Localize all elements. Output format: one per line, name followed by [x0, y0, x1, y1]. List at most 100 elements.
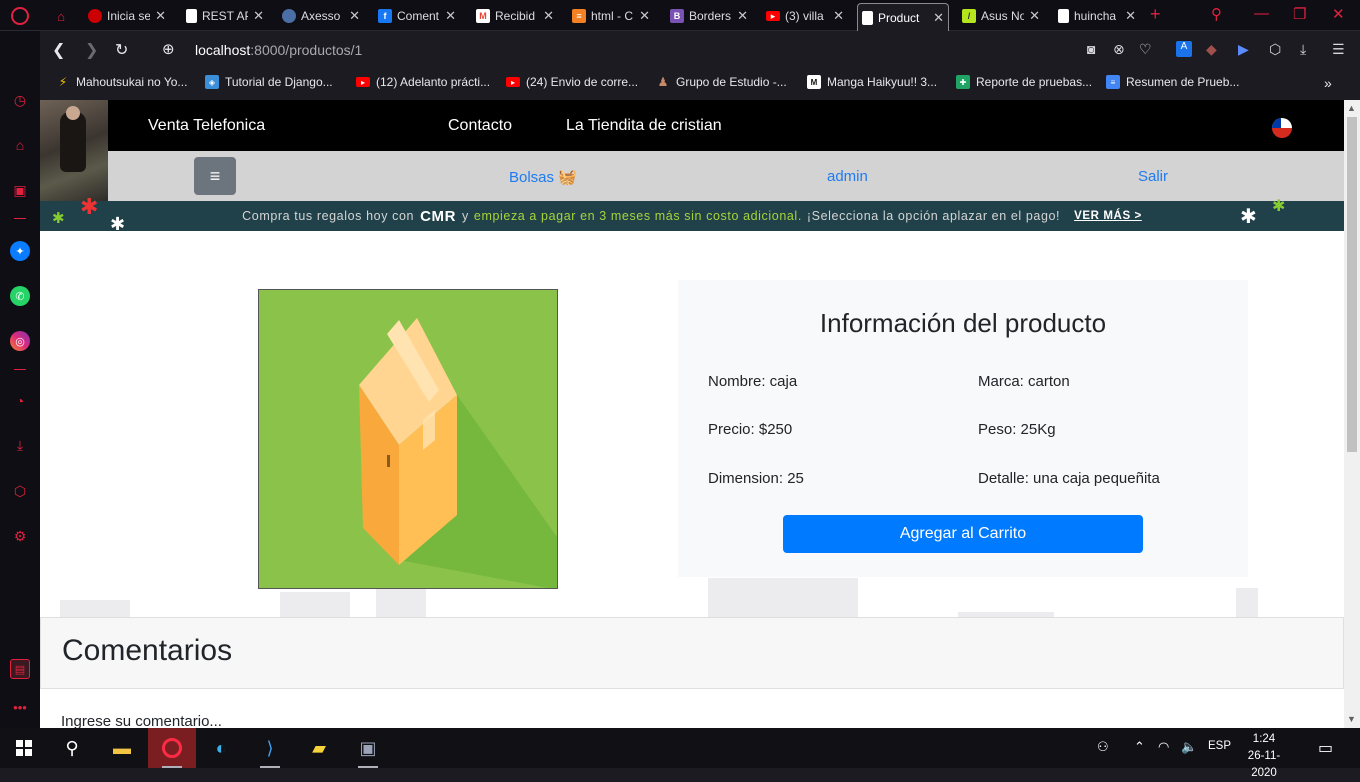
- downloads-icon[interactable]: ⤓: [10, 435, 30, 455]
- tab-pinned[interactable]: ⌂: [50, 4, 74, 28]
- history-icon[interactable]: ◔: [10, 391, 30, 411]
- bookmark-item[interactable]: M Manga Haikyuu!! 3...: [807, 75, 937, 89]
- instagram-icon[interactable]: ◎: [10, 331, 30, 351]
- close-tab-icon[interactable]: ✕: [155, 8, 166, 24]
- bookmarks-overflow-icon[interactable]: »: [1324, 75, 1332, 91]
- close-window-icon[interactable]: ✕: [1332, 5, 1345, 23]
- tray-chevron-icon[interactable]: ⌃: [1134, 739, 1145, 755]
- file-explorer-icon[interactable]: ▬: [98, 728, 146, 768]
- store-link[interactable]: La Tiendita de cristian: [566, 117, 722, 135]
- scroll-down-icon[interactable]: ▼: [1347, 714, 1356, 724]
- close-tab-icon[interactable]: ✕: [639, 8, 650, 24]
- translate-icon[interactable]: A: [1176, 41, 1192, 57]
- chile-flag-icon[interactable]: [1272, 118, 1292, 138]
- adblock-icon[interactable]: ⊗: [1113, 41, 1125, 58]
- contact-link[interactable]: Contacto: [448, 117, 512, 135]
- app-icon[interactable]: ▣: [344, 728, 392, 768]
- extensions-cube-icon[interactable]: ⬡: [10, 481, 30, 501]
- forward-icon[interactable]: ❯: [85, 40, 98, 60]
- whatsapp-icon[interactable]: ✆: [10, 286, 30, 306]
- windows-start-icon[interactable]: [0, 728, 48, 768]
- messenger-icon[interactable]: ✦: [10, 241, 30, 261]
- tab-title: Asus No: [981, 9, 1025, 23]
- tab-8[interactable]: ▸ (3) villa ✕: [762, 4, 848, 28]
- language-indicator[interactable]: ESP: [1208, 740, 1231, 752]
- url-field[interactable]: localhost:8000/productos/1: [195, 42, 362, 58]
- add-to-cart-button[interactable]: Agregar al Carrito: [783, 515, 1143, 553]
- restore-icon[interactable]: ❐: [1293, 5, 1306, 23]
- back-icon[interactable]: ❮: [52, 40, 65, 60]
- tab-6[interactable]: ≡ html - C ✕: [568, 4, 654, 28]
- notifications-icon[interactable]: ▭: [1318, 738, 1333, 758]
- bookmark-heart-icon[interactable]: ♡: [1139, 41, 1152, 58]
- new-tab-icon[interactable]: +: [1150, 4, 1161, 25]
- bookmark-item[interactable]: ♟ Grupo de Estudio -...: [656, 75, 787, 89]
- speed-dial-icon[interactable]: ◷: [10, 90, 30, 110]
- close-tab-icon[interactable]: ✕: [933, 10, 944, 26]
- admin-link[interactable]: admin: [827, 168, 868, 185]
- bags-link[interactable]: Bolsas 🧺: [509, 168, 577, 186]
- volume-icon[interactable]: 🔈: [1181, 739, 1197, 755]
- close-tab-icon[interactable]: ✕: [1125, 8, 1136, 24]
- close-tab-icon[interactable]: ✕: [253, 8, 264, 24]
- tab-1[interactable]: Inicia se ✕: [84, 4, 170, 28]
- page-scrollbar[interactable]: ▲ ▼: [1344, 100, 1360, 728]
- search-icon[interactable]: ⚲: [48, 728, 96, 768]
- sticky-notes-icon[interactable]: ▰: [295, 728, 343, 768]
- site-info-globe-icon[interactable]: ⊕: [162, 40, 175, 58]
- menu-toggle-button[interactable]: ≡: [194, 157, 236, 195]
- tab-active-product[interactable]: Product ✕: [857, 3, 949, 31]
- close-tab-icon[interactable]: ✕: [833, 8, 844, 24]
- opera-menu-icon[interactable]: [0, 0, 40, 31]
- promo-see-more-link[interactable]: VER MÁS >: [1074, 210, 1142, 222]
- scrollbar-thumb[interactable]: [1347, 117, 1357, 452]
- edge-icon[interactable]: ◐: [197, 728, 245, 768]
- download-icon[interactable]: ⤓: [1300, 41, 1306, 58]
- tab-4[interactable]: f Coment ✕: [374, 4, 460, 28]
- clock[interactable]: 1:24 26-11-2020: [1238, 731, 1290, 782]
- bookmark-item[interactable]: ✚ Reporte de pruebas...: [956, 75, 1092, 89]
- bookmark-item[interactable]: ⚡ Mahoutsukai no Yo...: [56, 75, 188, 89]
- close-tab-icon[interactable]: ✕: [1029, 8, 1040, 24]
- close-tab-icon[interactable]: ✕: [445, 8, 456, 24]
- document-icon: [1058, 9, 1069, 23]
- vscode-icon[interactable]: ⟩: [246, 728, 294, 768]
- tab-title: (3) villa: [785, 9, 824, 23]
- scroll-up-icon[interactable]: ▲: [1347, 103, 1356, 113]
- close-tab-icon[interactable]: ✕: [543, 8, 554, 24]
- tab-3[interactable]: Axesso ✕: [278, 4, 364, 28]
- extension-play-icon[interactable]: ▶: [1238, 41, 1249, 58]
- more-dots-icon[interactable]: •••: [10, 697, 30, 717]
- extensions-icon[interactable]: ⬡: [1269, 41, 1281, 58]
- search-tabs-icon[interactable]: ⚲: [1211, 5, 1222, 23]
- tab-title: Product: [878, 10, 920, 25]
- close-tab-icon[interactable]: ✕: [349, 8, 360, 24]
- tab-5[interactable]: M Recibid ✕: [472, 4, 558, 28]
- wifi-icon[interactable]: ◠: [1158, 739, 1169, 755]
- minimize-icon[interactable]: —: [1254, 5, 1269, 22]
- people-icon[interactable]: ⚇: [1097, 739, 1109, 755]
- easy-setup-icon[interactable]: ☰: [1332, 41, 1345, 58]
- bookmark-item[interactable]: ≡ Resumen de Prueb...: [1106, 75, 1239, 89]
- sidebar-panel-icon[interactable]: ▤: [10, 659, 30, 679]
- twitch-icon[interactable]: ▣: [10, 180, 30, 200]
- extension-cube-icon[interactable]: ◆: [1206, 41, 1217, 58]
- close-tab-icon[interactable]: ✕: [737, 8, 748, 24]
- opera-taskbar-icon[interactable]: [148, 728, 196, 768]
- bookmark-label: Tutorial de Django...: [225, 75, 333, 89]
- bookmark-item[interactable]: ▸ (12) Adelanto prácti...: [356, 75, 490, 89]
- brand-link[interactable]: Venta Telefonica: [148, 117, 265, 135]
- bookmark-item[interactable]: ▸ (24) Envio de corre...: [506, 75, 638, 89]
- snapshot-camera-icon[interactable]: ◙: [1087, 41, 1095, 57]
- shopping-bag-icon[interactable]: ⌂: [10, 135, 30, 155]
- address-bar: ❮ ❯ ↻ ⊕ localhost:8000/productos/1 ◙ ⊗ ♡…: [40, 31, 1360, 69]
- settings-gear-icon[interactable]: ⚙: [10, 526, 30, 546]
- reload-icon[interactable]: ↻: [115, 40, 128, 60]
- tab-11[interactable]: huincha ✕: [1054, 4, 1140, 28]
- logout-link[interactable]: Salir: [1138, 168, 1168, 185]
- tab-10[interactable]: / Asus No ✕: [958, 4, 1044, 28]
- promo-banner[interactable]: ✱ ✱ ✱ Compra tus regalos hoy con CMR y e…: [40, 196, 1344, 233]
- tab-7[interactable]: B Borders ✕: [666, 4, 752, 28]
- tab-2[interactable]: REST AP ✕: [182, 4, 268, 28]
- bookmark-item[interactable]: ◈ Tutorial de Django...: [205, 75, 333, 89]
